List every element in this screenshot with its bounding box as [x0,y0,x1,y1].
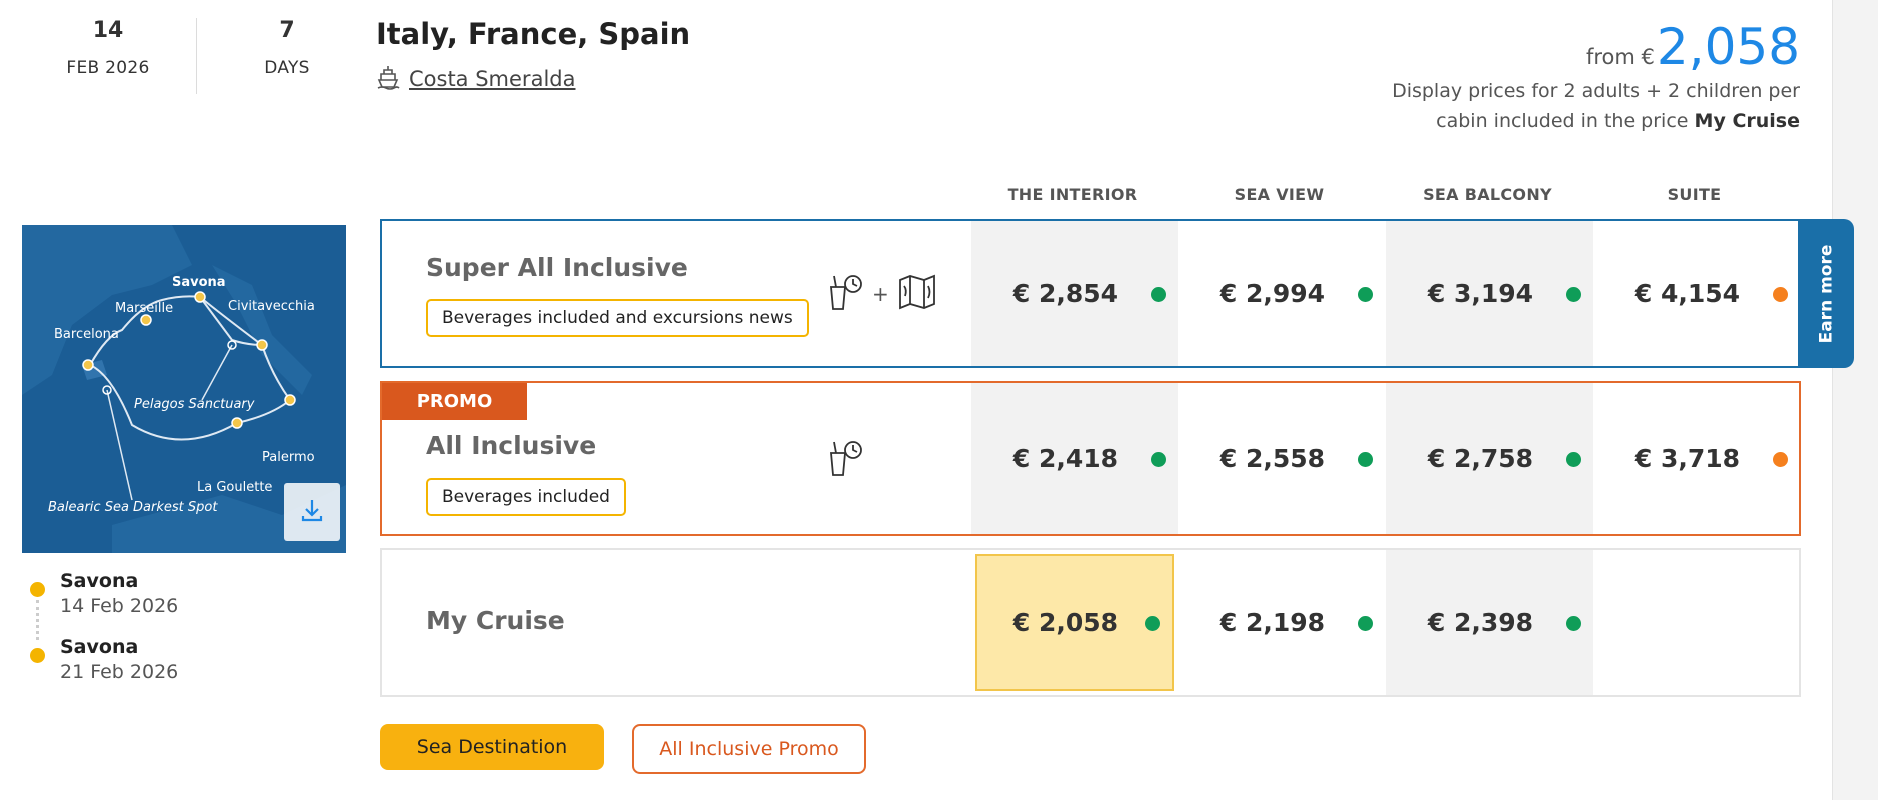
price-value: € 2,854 [1012,279,1119,308]
package-tag: Beverages included [426,478,626,516]
duration-value: 7 [279,18,295,43]
availability-dot [1358,286,1373,302]
duration-unit: DAYS [264,58,310,78]
column-header-interior: THE INTERIOR [1007,185,1138,204]
price-value: € 2,058 [1012,608,1119,637]
price-cell-sea-view[interactable]: € 2,558 [1178,383,1385,534]
beverage-icon [828,439,864,481]
map-label-civitavecchia: Civitavecchia [228,299,315,314]
map-download-button[interactable] [284,483,340,541]
ship-icon [376,64,400,94]
package-title: All Inclusive [426,431,597,460]
package-row-my-cruise: My Cruise € 2,058 € 2,198 € 2,398 [380,548,1801,697]
price-cell-sea-balcony[interactable]: € 2,398 [1386,550,1593,695]
departure-day: 14 [92,18,124,43]
price-cell-sea-balcony[interactable]: € 3,194 [1386,221,1593,366]
ship-name[interactable]: Costa Smeralda [409,67,575,91]
package-row-super-all-inclusive: Super All Inclusive Beverages included a… [380,219,1801,368]
column-header-sea-view: SEA VIEW [1234,185,1325,204]
earn-more-tab[interactable]: Earn more [1798,219,1854,368]
package-row-all-inclusive: PROMO All Inclusive Beverages included €… [380,381,1801,536]
price-value: € 2,758 [1427,444,1534,473]
route-map[interactable]: Savona Marseille Civitavecchia Barcelona… [22,225,346,553]
itinerary-date: 21 Feb 2026 [60,661,179,683]
price-cell-interior-selected[interactable]: € 2,058 [975,554,1174,691]
itinerary: Savona 14 Feb 2026 Savona 21 Feb 2026 [30,570,178,702]
plus-sign: + [872,282,889,306]
package-icons: + [828,273,937,315]
column-header-suite: SUITE [1667,185,1722,204]
availability-dot [1358,615,1373,631]
availability-dot [1566,615,1581,631]
itinerary-stop: Savona 14 Feb 2026 [30,570,179,640]
package-title: Super All Inclusive [426,253,688,282]
map-label-la-goulette: La Goulette [197,480,273,495]
price-cell-suite[interactable]: € 4,154 [1593,221,1800,366]
header-divider [196,18,197,94]
price-value: € 2,398 [1427,608,1534,637]
departure-date: 14 FEB 2026 [28,18,188,78]
price-cell-interior[interactable]: € 2,418 [971,383,1178,534]
package-title: My Cruise [426,606,565,635]
price-note-bold: My Cruise [1694,110,1800,132]
itinerary-stop: Savona 21 Feb 2026 [30,636,178,702]
availability-dot [1151,451,1166,467]
map-label-balearic: Balearic Sea Darkest Spot [48,500,218,515]
availability-dot [1773,286,1788,302]
availability-dot [1773,451,1788,467]
package-tag: Beverages included and excursions news [426,299,809,337]
ship-link[interactable]: Costa Smeralda [376,64,575,94]
from-price: 2,058 [1656,18,1800,76]
price-cell-suite[interactable]: € 3,718 [1593,383,1800,534]
availability-dot [1566,451,1581,467]
itinerary-dot [30,582,45,597]
map-label-marseille: Marseille [115,301,174,316]
price-summary: from € 2,058 Display prices for 2 adults… [1380,22,1800,136]
price-value: € 4,154 [1634,279,1741,308]
itinerary-connector [36,600,39,640]
itinerary-dot [30,648,45,663]
price-cell-sea-view[interactable]: € 2,198 [1178,550,1385,695]
beverage-icon [828,273,864,315]
price-cell-interior[interactable]: € 2,854 [971,221,1178,366]
page-scrollbar-track[interactable] [1832,0,1878,800]
price-value: € 3,718 [1634,444,1741,473]
all-inclusive-promo-button[interactable]: All Inclusive Promo [632,724,866,774]
availability-dot [1151,286,1166,302]
price-value: € 2,558 [1219,444,1326,473]
download-icon [297,495,327,529]
itinerary-port: Savona [60,636,139,658]
cruise-duration: 7 DAYS [207,18,367,78]
cruise-title: Italy, France, Spain [376,17,691,51]
departure-month: FEB 2026 [66,58,150,78]
from-label: from € [1585,45,1655,69]
price-cell-sea-view[interactable]: € 2,994 [1178,221,1385,366]
promo-badge: PROMO [382,383,527,420]
map-label-barcelona: Barcelona [54,327,119,342]
itinerary-date: 14 Feb 2026 [60,595,179,617]
price-value: € 2,198 [1219,608,1326,637]
price-value: € 2,994 [1219,279,1326,308]
sea-destination-button[interactable]: Sea Destination [380,724,604,770]
map-label-palermo: Palermo [262,450,315,465]
price-value: € 3,194 [1427,279,1534,308]
earn-more-label: Earn more [1816,244,1837,343]
price-note: Display prices for 2 adults + 2 children… [1380,76,1800,136]
availability-dot [1145,615,1160,631]
price-cell-sea-balcony[interactable]: € 2,758 [1386,383,1593,534]
itinerary-port: Savona [60,570,139,592]
package-icons [828,439,864,481]
map-label-savona: Savona [172,275,226,290]
price-value: € 2,418 [1012,444,1119,473]
availability-dot [1358,451,1373,467]
availability-dot [1566,286,1581,302]
map-excursion-icon [897,274,937,314]
column-header-sea-balcony: SEA BALCONY [1423,185,1552,204]
map-label-pelagos: Pelagos Sanctuary [134,397,255,412]
